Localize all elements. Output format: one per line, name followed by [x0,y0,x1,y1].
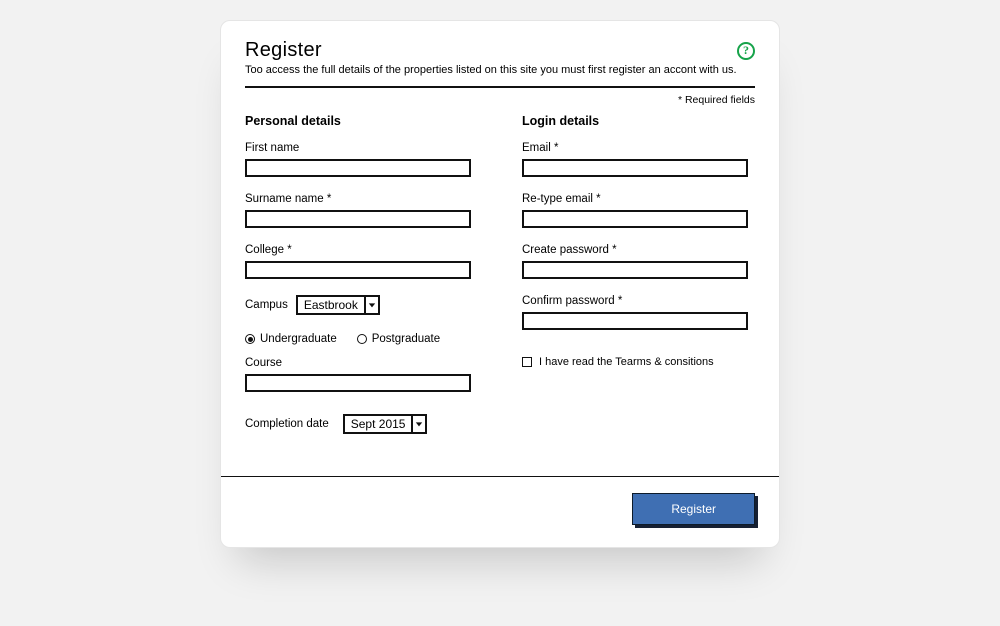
campus-select[interactable]: Eastbrook [296,295,380,315]
create-password-label: Create password * [522,244,755,256]
chevron-down-icon [364,297,378,313]
personal-details-heading: Personal details [245,114,478,128]
help-icon[interactable]: ? [737,42,755,60]
checkbox-icon [522,357,532,367]
completion-date-value: Sept 2015 [345,416,412,432]
terms-label: I have read the Tearms & consitions [539,356,714,368]
login-details-heading: Login details [522,114,755,128]
terms-checkbox-row[interactable]: I have read the Tearms & consitions [522,356,714,368]
register-button[interactable]: Register [632,493,755,525]
course-label: Course [245,357,478,369]
postgraduate-label: Postgraduate [372,333,440,345]
completion-date-field: Completion date Sept 2015 [245,414,478,434]
header-row: Register ? [245,39,755,62]
college-input[interactable] [245,261,471,279]
undergraduate-radio[interactable]: Undergraduate [245,333,337,345]
footer-divider [221,476,779,477]
page-subtitle: Too access the full details of the prope… [245,64,755,76]
email-input[interactable] [522,159,748,177]
surname-field: Surname name * [245,193,478,228]
chevron-down-icon [411,416,425,432]
personal-details-column: Personal details First name Surname name… [245,114,478,450]
campus-select-value: Eastbrook [298,297,364,313]
login-details-column: Login details Email * Re-type email * Cr… [522,114,755,450]
retype-email-field: Re-type email * [522,193,755,228]
surname-label: Surname name * [245,193,478,205]
create-password-field: Create password * [522,244,755,279]
postgraduate-radio[interactable]: Postgraduate [357,333,440,345]
confirm-password-input[interactable] [522,312,748,330]
form-columns: Personal details First name Surname name… [245,114,755,450]
college-label: College * [245,244,478,256]
campus-field: Campus Eastbrook [245,295,478,315]
study-level-radios: Undergraduate Postgraduate [245,333,478,345]
first-name-label: First name [245,142,478,154]
confirm-password-label: Confirm password * [522,295,755,307]
radio-icon [357,334,367,344]
confirm-password-field: Confirm password * [522,295,755,330]
campus-label: Campus [245,299,288,311]
page-title: Register [245,39,322,62]
surname-input[interactable] [245,210,471,228]
create-password-input[interactable] [522,261,748,279]
retype-email-label: Re-type email * [522,193,755,205]
college-field: College * [245,244,478,279]
register-card: Register ? Too access the full details o… [220,20,780,548]
footer: Register [245,493,755,525]
completion-date-select[interactable]: Sept 2015 [343,414,428,434]
course-input[interactable] [245,374,471,392]
undergraduate-label: Undergraduate [260,333,337,345]
required-fields-note: * Required fields [245,94,755,106]
completion-date-label: Completion date [245,418,329,430]
email-field: Email * [522,142,755,177]
radio-icon [245,334,255,344]
email-label: Email * [522,142,755,154]
first-name-field: First name [245,142,478,177]
first-name-input[interactable] [245,159,471,177]
header-divider [245,86,755,88]
course-field: Course [245,357,478,392]
retype-email-input[interactable] [522,210,748,228]
